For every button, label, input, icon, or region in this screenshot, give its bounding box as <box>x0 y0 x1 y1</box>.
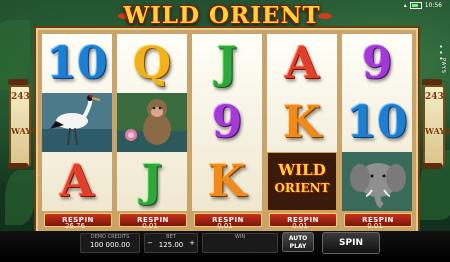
win-display: WIN <box>202 233 278 253</box>
ways-cap <box>8 79 28 85</box>
symbol-king: K <box>282 96 322 148</box>
bet-increase-button[interactable]: + <box>188 236 196 250</box>
bet-display: − BET 125.00 + <box>144 233 198 253</box>
reel-4: A K WILD ORIENT <box>267 34 337 211</box>
symbol-jack: J <box>216 37 238 89</box>
clock-time: 10:56 <box>424 2 442 9</box>
symbol-ten: 10 <box>46 37 108 89</box>
ways-label: WAYS <box>11 126 37 136</box>
title-flower-right <box>318 13 332 19</box>
respin-cost-reel-3: 0.01 <box>217 222 233 230</box>
respin-cost-reel-4: 0.01 <box>292 222 308 230</box>
ways-panel-left: 243 WAYS <box>8 79 37 169</box>
credits-label: DEMO CREDITS <box>90 234 130 240</box>
spin-button[interactable]: SPIN <box>322 232 380 254</box>
autoplay-label-line1: AUTO <box>288 235 308 242</box>
respin-cost-reel-2: 0.01 <box>142 222 158 230</box>
reel-frame: 10 A Q J J 9 K A K WILD ORIENT 9 10 RESP… <box>34 26 420 235</box>
ways-number: 243 <box>425 92 444 102</box>
ways-cap <box>422 79 442 85</box>
wifi-icon: ▴ <box>403 2 407 9</box>
symbol-ace: A <box>59 155 95 207</box>
game-stage: WILD ORIENT ▴ 10:56 • • • PAYS 243 WAYS 24… <box>0 0 450 262</box>
device-status-bar: ▴ 10:56 <box>404 2 442 9</box>
symbol-nine: 9 <box>211 96 243 148</box>
demo-credits-display: DEMO CREDITS 100 000.00 <box>80 233 140 253</box>
respin-cost-reel-1: 26.76 <box>64 222 86 230</box>
autoplay-button[interactable]: AUTO PLAY <box>282 232 314 252</box>
respin-cost-reel-5: 0.01 <box>367 222 383 230</box>
reel-1: 10 A <box>42 34 112 211</box>
battery-icon <box>409 2 422 9</box>
pays-tab[interactable]: PAYS <box>438 58 446 74</box>
ways-number: 243 <box>11 92 30 102</box>
symbol-elephant <box>342 152 412 211</box>
symbol-ten: 10 <box>346 96 408 148</box>
reel-2: Q J <box>117 34 187 211</box>
jungle-leaf-decoration <box>5 170 35 225</box>
reel-3: J 9 K <box>192 34 262 211</box>
ways-label: WAYS <box>425 126 450 136</box>
ways-cap <box>8 163 28 169</box>
symbol-ace: A <box>284 37 320 89</box>
symbol-monkey <box>117 93 187 152</box>
symbol-wild: WILD ORIENT <box>267 152 337 211</box>
credits-value: 100 000.00 <box>89 241 131 249</box>
autoplay-label-line2: PLAY <box>289 243 307 250</box>
ways-cap <box>422 163 442 169</box>
ways-panel-right: 243 WAYS <box>422 79 450 169</box>
reel-5: 9 10 <box>342 34 412 211</box>
symbol-crane <box>42 93 112 152</box>
symbol-nine: 9 <box>361 37 393 89</box>
win-label: WIN <box>234 234 246 240</box>
symbol-queen: Q <box>132 37 172 89</box>
symbol-jack: J <box>141 155 163 207</box>
symbol-king: K <box>207 155 247 207</box>
